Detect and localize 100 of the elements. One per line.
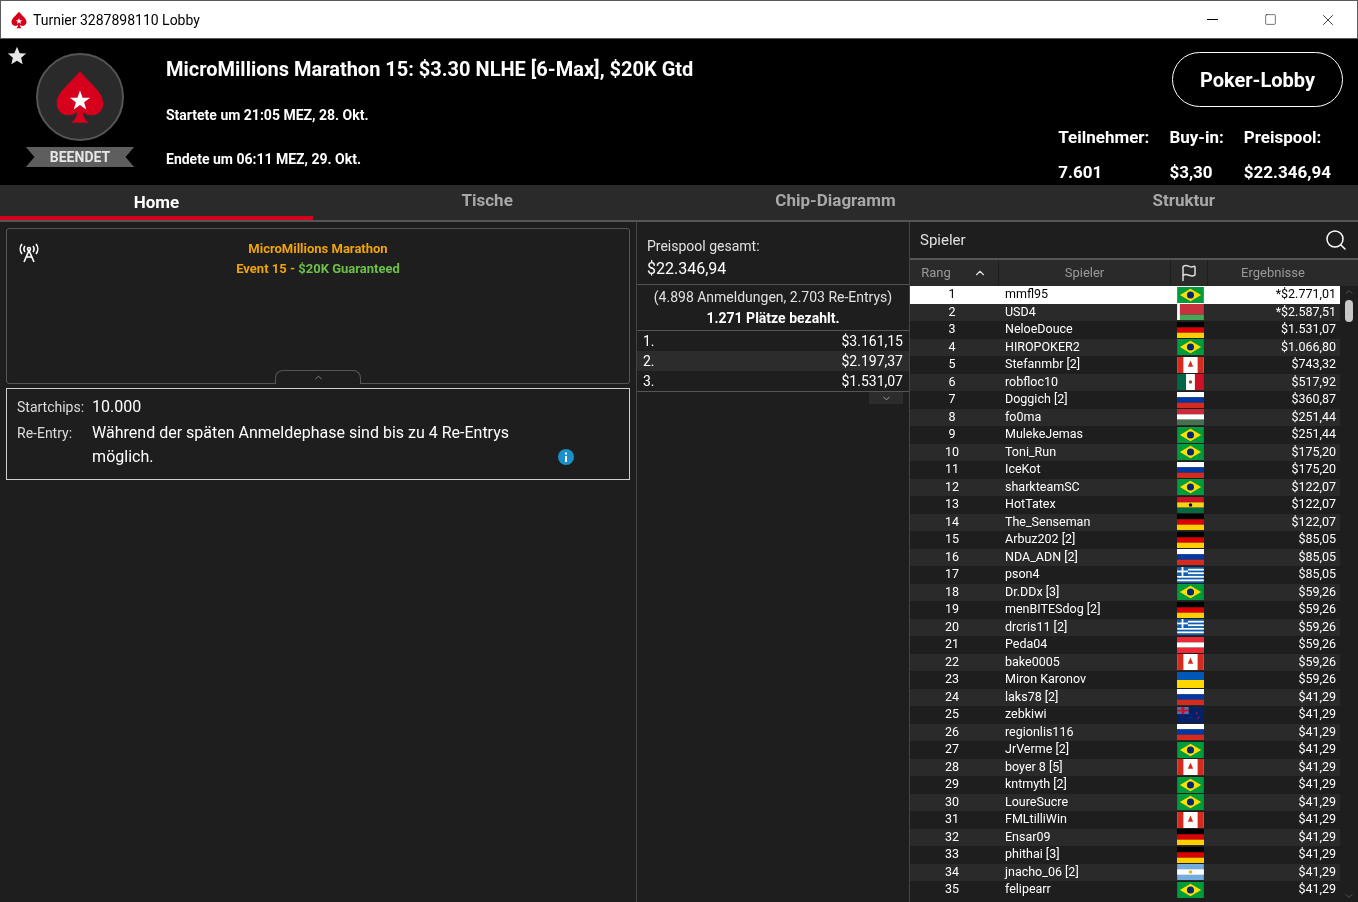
- tournament-title: MicroMillions Marathon 15: $3.30 NLHE [6-Max], $20K Gtd: [166, 56, 695, 82]
- player-name: jnacho_06 [2]: [1003, 862, 1080, 881]
- flag-icon: [1177, 881, 1204, 898]
- rank-cell-text: 14: [943, 512, 961, 531]
- tab[interactable]: Home: [0, 185, 313, 220]
- player-name: NeloeDouce: [1004, 320, 1074, 339]
- result-cell-text: $251,44: [1290, 407, 1337, 426]
- result-cell-text: $41,29: [1297, 722, 1337, 741]
- flag-icon: [1177, 391, 1204, 408]
- tab[interactable]: Struktur: [1009, 185, 1358, 220]
- result-cell-text: $41,29: [1297, 827, 1337, 846]
- expand-button[interactable]: [869, 392, 903, 404]
- collapse-button[interactable]: [275, 370, 361, 384]
- info-value: Während der späten Anmeldephase sind bis zu 4 Re-Entrys möglich.: [92, 422, 510, 468]
- rank-cell-text: 22: [943, 652, 961, 671]
- players-title: Spieler: [920, 229, 966, 251]
- info-label: Re-Entry:: [17, 424, 74, 443]
- rank-cell-text: 28: [943, 757, 961, 776]
- player-name: robfloc10: [1004, 372, 1060, 391]
- result-cell-text: $41,29: [1297, 740, 1337, 759]
- flag-icon: [1177, 601, 1204, 618]
- broadcast-icon: [17, 241, 41, 265]
- rank-cell-text: 20: [943, 617, 961, 636]
- rank-cell-text: 25: [943, 705, 961, 724]
- flag-icon: [1177, 304, 1204, 321]
- result-cell-text: $41,29: [1297, 810, 1337, 829]
- result-cell-text: $59,26: [1297, 652, 1337, 671]
- status-ribbon: BEENDET: [25, 147, 135, 167]
- player-name: Miron Karonov: [1004, 670, 1088, 689]
- player-name: Peda04: [1004, 635, 1049, 654]
- player-name: NDA_ADN [2]: [1004, 547, 1079, 566]
- tab[interactable]: Chip-Diagramm: [661, 185, 1010, 220]
- flag-icon: [1177, 706, 1204, 723]
- player-name: LoureSucre: [1004, 792, 1070, 811]
- rank-cell-text: 16: [943, 547, 961, 566]
- flag-icon: [1177, 339, 1204, 356]
- player-name: Doggich [2]: [1004, 390, 1069, 409]
- flag-icon: [1177, 461, 1204, 478]
- minimize-icon: [1206, 19, 1218, 20]
- result-cell-text: $85,05: [1297, 530, 1337, 549]
- prize-amount: $2.197,37: [841, 351, 903, 371]
- player-name: regionlis116: [1004, 722, 1075, 741]
- player-name: Stefanmbr [2]: [1004, 355, 1082, 374]
- stat-value: 7.601: [1058, 160, 1104, 184]
- player-name: JrVerme [2]: [1004, 740, 1071, 759]
- flag-icon: [1177, 426, 1204, 443]
- player-name: menBITESdog [2]: [1004, 600, 1102, 619]
- rank-cell-text: 13: [943, 495, 961, 514]
- player-name: kntmyth [2]: [1004, 775, 1068, 794]
- result-cell-text: $360,87: [1290, 390, 1337, 409]
- flag-icon: [1177, 549, 1204, 566]
- rank-cell-text: 21: [943, 635, 961, 654]
- rank-cell-text: 12: [943, 477, 961, 496]
- flag-icon: [1177, 584, 1204, 601]
- flag-icon: [1177, 514, 1204, 531]
- result-cell-text: $59,26: [1297, 617, 1337, 636]
- flag-icon: [1177, 356, 1204, 373]
- result-cell-text: $251,44: [1290, 425, 1337, 444]
- player-name: IceKot: [1004, 460, 1042, 479]
- rank-cell-text: 11: [943, 460, 961, 479]
- rank-cell-text: 3: [947, 320, 957, 339]
- info-icon[interactable]: [558, 449, 575, 465]
- rank-cell-text: 1: [947, 285, 957, 304]
- rank-cell-text: 6: [947, 372, 957, 391]
- result-cell-text: $41,29: [1297, 862, 1337, 881]
- player-name: drcris11 [2]: [1004, 617, 1069, 636]
- result-cell-text: $122,07: [1290, 512, 1337, 531]
- player-name: MulekeJemas: [1004, 425, 1085, 444]
- rank-cell-text: 24: [943, 687, 961, 706]
- player-name: Dr.DDx [3]: [1004, 582, 1061, 601]
- flag-column-icon[interactable]: [1180, 264, 1198, 282]
- player-row[interactable]: 1 mmfl95 *$2.771,01: [910, 286, 1340, 304]
- start-time: Startete um 21:05 MEZ, 28. Okt.: [166, 106, 370, 125]
- info-value: 10.000: [92, 396, 143, 418]
- player-name: HotTatex: [1004, 495, 1057, 514]
- tab[interactable]: Tische: [313, 185, 662, 220]
- player-name: bake0005: [1004, 652, 1061, 671]
- rank-cell-text: 4: [947, 337, 957, 356]
- column-header[interactable]: Ergebnisse: [1208, 260, 1338, 286]
- rank-cell-text: 7: [947, 390, 957, 409]
- flag-icon: [1177, 689, 1204, 706]
- place-number: 2.: [643, 351, 655, 371]
- rank-cell-text: 9: [947, 425, 957, 444]
- player-name: HIROPOKER2: [1004, 337, 1081, 356]
- scrollbar-thumb[interactable]: [1345, 300, 1353, 322]
- favorite-star-icon[interactable]: [6, 45, 28, 67]
- result-cell-text: $1.066,80: [1280, 337, 1337, 356]
- stat-value: $22.346,94: [1243, 160, 1331, 184]
- result-cell-text: $59,26: [1297, 582, 1337, 601]
- window-title: Turnier 3287898110 Lobby: [33, 10, 200, 30]
- flag-icon: [1177, 496, 1204, 513]
- result-cell-text: $175,20: [1290, 442, 1337, 461]
- search-button[interactable]: [1324, 228, 1348, 252]
- player-name: Toni_Run: [1004, 442, 1058, 461]
- rank-cell-text: 35: [943, 880, 961, 899]
- place-number: 1.: [643, 331, 655, 351]
- flag-icon: [1177, 374, 1204, 391]
- rank-cell-text: 23: [943, 670, 961, 689]
- paid-places-text: 1.271 Plätze bezahlt.: [706, 308, 840, 328]
- flag-icon: [1177, 654, 1204, 671]
